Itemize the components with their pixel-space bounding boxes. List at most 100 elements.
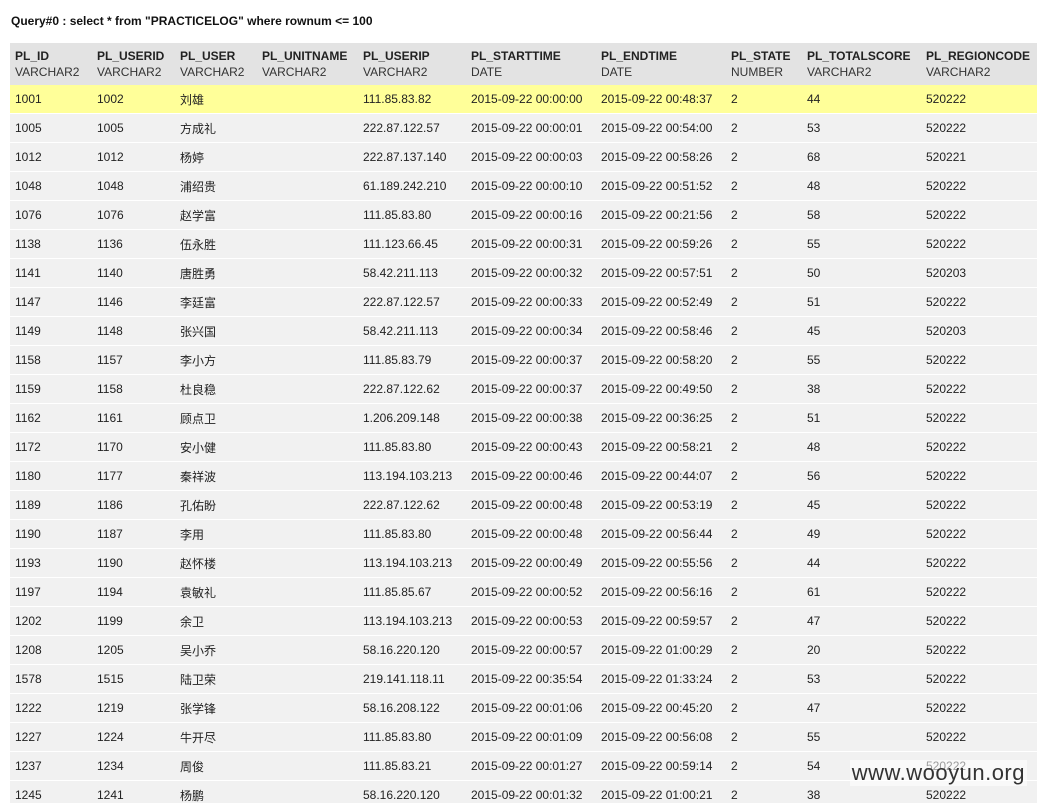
table-cell-pl-unitname — [257, 751, 358, 781]
table-cell-pl-starttime: 2015-09-22 00:01:32 — [466, 780, 596, 803]
column-header-pl-user[interactable]: PL_USER VARCHAR2 — [175, 43, 257, 85]
table-cell-pl-unitname — [257, 345, 358, 375]
table-row[interactable]: 1149 1148 张兴国 58.42.211.113 2015-09-22 00:00… — [10, 316, 1037, 346]
table-cell-pl-userid: 1224 — [92, 722, 175, 752]
table-cell-pl-unitname — [257, 780, 358, 803]
table-cell-pl-state: 2 — [726, 548, 802, 578]
column-header-pl-unitname[interactable]: PL_UNITNAME VARCHAR2 — [257, 43, 358, 85]
table-cell-pl-user: 孔佑盼 — [175, 490, 257, 520]
table-cell-pl-totalscore: 50 — [802, 258, 921, 288]
table-cell-pl-unitname — [257, 113, 358, 143]
table-row[interactable]: 1012 1012 杨婷 222.87.137.140 2015-09-22 00:00… — [10, 142, 1037, 172]
table-cell-pl-userid: 1158 — [92, 374, 175, 404]
table-cell-pl-endtime: 2015-09-22 00:45:20 — [596, 693, 726, 723]
column-name: PL_REGIONCODE — [926, 49, 1031, 63]
table-cell-pl-unitname — [257, 229, 358, 259]
table-row[interactable]: 1001 1002 刘雄 111.85.83.82 2015-09-22 00:00:0… — [10, 85, 1037, 114]
table-cell-pl-userip: 111.85.83.80 — [358, 432, 466, 462]
table-cell-pl-endtime: 2015-09-22 00:58:21 — [596, 432, 726, 462]
table-cell-pl-totalscore: 51 — [802, 287, 921, 317]
column-header-pl-id[interactable]: PL_ID VARCHAR2 — [10, 43, 92, 85]
table-row[interactable]: 1208 1205 吴小乔 58.16.220.120 2015-09-22 00:00… — [10, 635, 1037, 665]
column-type: VARCHAR2 — [15, 65, 80, 79]
table-cell-pl-id: 1208 — [10, 635, 92, 665]
table-cell-pl-totalscore: 55 — [802, 229, 921, 259]
table-cell-pl-unitname — [257, 635, 358, 665]
table-cell-pl-id: 1193 — [10, 548, 92, 578]
table-cell-pl-starttime: 2015-09-22 00:00:37 — [466, 345, 596, 375]
table-cell-pl-endtime: 2015-09-22 00:21:56 — [596, 200, 726, 230]
table-cell-pl-endtime: 2015-09-22 00:52:49 — [596, 287, 726, 317]
column-type: VARCHAR2 — [926, 65, 991, 79]
table-cell-pl-state: 2 — [726, 316, 802, 346]
table-cell-pl-unitname — [257, 200, 358, 230]
table-header: PL_ID VARCHAR2 PL_USERID VARCHAR2 PL_USER VAR… — [10, 43, 1037, 85]
table-cell-pl-userip: 113.194.103.213 — [358, 606, 466, 636]
column-header-pl-userip[interactable]: PL_USERIP VARCHAR2 — [358, 43, 466, 85]
table-row[interactable]: 1147 1146 李廷富 222.87.122.57 2015-09-22 00:00… — [10, 287, 1037, 317]
table-cell-pl-state: 2 — [726, 287, 802, 317]
table-row[interactable]: 1193 1190 赵怀楼 113.194.103.213 2015-09-22 00:… — [10, 548, 1037, 578]
table-cell-pl-state: 2 — [726, 345, 802, 375]
table-row[interactable]: 1162 1161 顾点卫 1.206.209.148 2015-09-22 00:00… — [10, 403, 1037, 433]
table-cell-pl-userip: 58.16.220.120 — [358, 635, 466, 665]
table-cell-pl-unitname — [257, 432, 358, 462]
table-row[interactable]: 1138 1136 伍永胜 111.123.66.45 2015-09-22 00:00… — [10, 229, 1037, 259]
table-row[interactable]: 1189 1186 孔佑盼 222.87.122.62 2015-09-22 00:00… — [10, 490, 1037, 520]
table-cell-pl-regioncode: 520222 — [921, 229, 1037, 259]
table-row[interactable]: 1172 1170 安小健 111.85.83.80 2015-09-22 00:00:… — [10, 432, 1037, 462]
table-cell-pl-userip: 111.85.85.67 — [358, 577, 466, 607]
table-cell-pl-endtime: 2015-09-22 01:33:24 — [596, 664, 726, 694]
table-row[interactable]: 1048 1048 浦绍贵 61.189.242.210 2015-09-22 00:0… — [10, 171, 1037, 201]
table-cell-pl-starttime: 2015-09-22 00:00:43 — [466, 432, 596, 462]
table-cell-pl-totalscore: 51 — [802, 403, 921, 433]
table-cell-pl-totalscore: 53 — [802, 664, 921, 694]
column-name: PL_STARTTIME — [471, 49, 561, 63]
table-cell-pl-starttime: 2015-09-22 00:00:03 — [466, 142, 596, 172]
table-row[interactable]: 1202 1199 余卫 113.194.103.213 2015-09-22 00:0… — [10, 606, 1037, 636]
table-cell-pl-state: 2 — [726, 200, 802, 230]
table-row[interactable]: 1222 1219 张学锋 58.16.208.122 2015-09-22 00:01… — [10, 693, 1037, 723]
table-cell-pl-starttime: 2015-09-22 00:00:46 — [466, 461, 596, 491]
table-row[interactable]: 1197 1194 袁敏礼 111.85.85.67 2015-09-22 00:00:… — [10, 577, 1037, 607]
column-header-pl-endtime[interactable]: PL_ENDTIME DATE — [596, 43, 726, 85]
table-cell-pl-totalscore: 45 — [802, 316, 921, 346]
column-header-pl-state[interactable]: PL_STATE NUMBER — [726, 43, 802, 85]
table-cell-pl-regioncode: 520222 — [921, 490, 1037, 520]
table-cell-pl-endtime: 2015-09-22 00:57:51 — [596, 258, 726, 288]
table-cell-pl-state: 2 — [726, 519, 802, 549]
table-cell-pl-starttime: 2015-09-22 00:01:27 — [466, 751, 596, 781]
table-cell-pl-state: 2 — [726, 722, 802, 752]
table-row[interactable]: 1578 1515 陆卫荣 219.141.118.11 2015-09-22 00:3… — [10, 664, 1037, 694]
table-row[interactable]: 1141 1140 唐胜勇 58.42.211.113 2015-09-22 00:00… — [10, 258, 1037, 288]
table-row[interactable]: 1158 1157 李小方 111.85.83.79 2015-09-22 00:00:… — [10, 345, 1037, 375]
table-row[interactable]: 1005 1005 方成礼 222.87.122.57 2015-09-22 00:00… — [10, 113, 1037, 143]
table-cell-pl-totalscore: 61 — [802, 577, 921, 607]
table-cell-pl-userip: 222.87.122.57 — [358, 287, 466, 317]
column-header-pl-userid[interactable]: PL_USERID VARCHAR2 — [92, 43, 175, 85]
column-header-pl-totalscore[interactable]: PL_TOTALSCORE VARCHAR2 — [802, 43, 921, 85]
column-header-pl-starttime[interactable]: PL_STARTTIME DATE — [466, 43, 596, 85]
table-cell-pl-userid: 1205 — [92, 635, 175, 665]
table-cell-pl-endtime: 2015-09-22 00:58:46 — [596, 316, 726, 346]
column-header-pl-regioncode[interactable]: PL_REGIONCODE VARCHAR2 — [921, 43, 1037, 85]
table-row[interactable]: 1180 1177 秦祥波 113.194.103.213 2015-09-22 00:… — [10, 461, 1037, 491]
table-cell-pl-endtime: 2015-09-22 00:58:26 — [596, 142, 726, 172]
table-cell-pl-userip: 111.85.83.82 — [358, 85, 466, 114]
table-cell-pl-regioncode: 520222 — [921, 722, 1037, 752]
table-row[interactable]: 1076 1076 赵学富 111.85.83.80 2015-09-22 00:00:… — [10, 200, 1037, 230]
table-row[interactable]: 1159 1158 杜良稳 222.87.122.62 2015-09-22 00:00… — [10, 374, 1037, 404]
table-row[interactable]: 1190 1187 李用 111.85.83.80 2015-09-22 00:00:4… — [10, 519, 1037, 549]
table-cell-pl-starttime: 2015-09-22 00:00:52 — [466, 577, 596, 607]
table-cell-pl-userid: 1157 — [92, 345, 175, 375]
table-cell-pl-endtime: 2015-09-22 00:59:26 — [596, 229, 726, 259]
table-cell-pl-totalscore: 47 — [802, 693, 921, 723]
table-cell-pl-userid: 1005 — [92, 113, 175, 143]
table-cell-pl-user: 赵学富 — [175, 200, 257, 230]
table-cell-pl-starttime: 2015-09-22 00:00:38 — [466, 403, 596, 433]
column-name: PL_USERIP — [363, 49, 430, 63]
table-cell-pl-totalscore: 68 — [802, 142, 921, 172]
table-cell-pl-state: 2 — [726, 490, 802, 520]
table-cell-pl-regioncode: 520222 — [921, 577, 1037, 607]
table-row[interactable]: 1227 1224 牛开尽 111.85.83.80 2015-09-22 00:01:… — [10, 722, 1037, 752]
